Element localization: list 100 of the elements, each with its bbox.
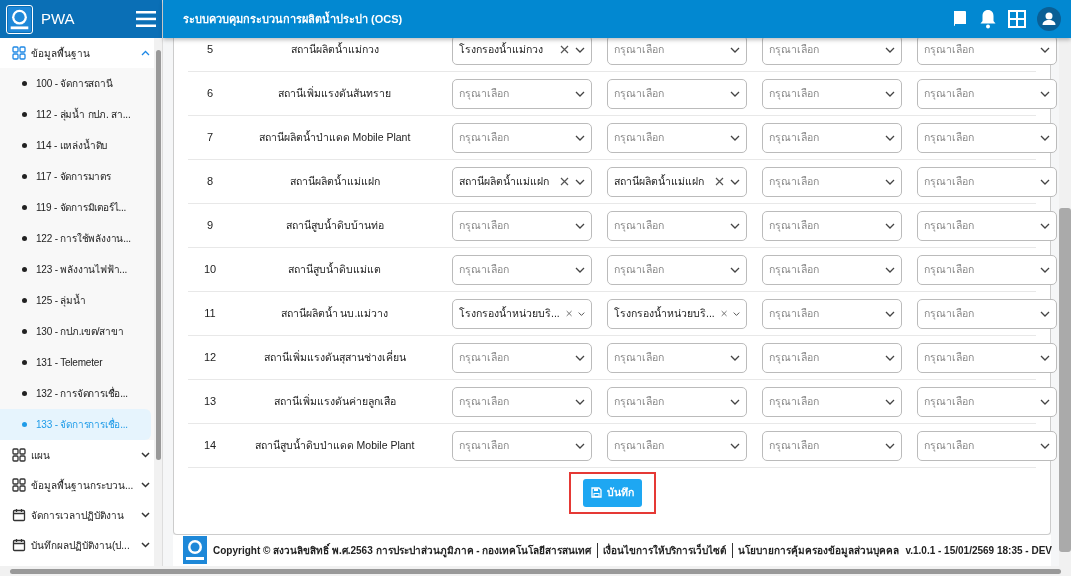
select-field[interactable]: กรุณาเลือก xyxy=(917,210,1057,241)
select-field[interactable]: กรุณาเลือก xyxy=(917,430,1057,461)
sidebar-subitem[interactable]: 114 - แหล่งน้ำดิบ xyxy=(0,130,151,161)
select-field[interactable]: กรุณาเลือก xyxy=(762,122,902,153)
chevron-down-icon xyxy=(730,222,740,229)
table-cell-text: สถานีสูบน้ำดิบบ้านท่อ xyxy=(284,217,385,234)
sidebar-subitem[interactable]: 112 - ลุ่มน้ำ กปภ. สา... xyxy=(0,99,151,130)
chevron-down-icon xyxy=(575,442,585,449)
menu-icon[interactable] xyxy=(136,11,156,27)
scrollbar-thumb[interactable] xyxy=(155,50,161,460)
sidebar-subitem[interactable]: 122 - การใช้พลังงาน... xyxy=(0,223,151,254)
sidebar-item[interactable]: จัดการเวลาปฏิบัติงาน xyxy=(0,500,154,530)
chevron-down-icon xyxy=(1040,46,1050,53)
select-field[interactable]: กรุณาเลือก xyxy=(452,122,592,153)
sidebar-item[interactable]: แผน xyxy=(0,440,154,470)
user-avatar-icon[interactable] xyxy=(1037,7,1061,31)
select-field[interactable]: กรุณาเลือก xyxy=(917,386,1057,417)
select-field[interactable]: กรุณาเลือก xyxy=(917,166,1057,197)
table-cell-text: สถานีเพิ่มแรงดันสุสานช่างเคี่ยน xyxy=(262,349,407,366)
select-field[interactable]: กรุณาเลือก xyxy=(452,386,592,417)
scrollbar-thumb[interactable] xyxy=(10,568,1061,574)
chevron-down-icon xyxy=(730,442,740,449)
chevron-down-icon xyxy=(885,354,895,361)
logo-icon xyxy=(6,4,33,34)
select-field[interactable]: กรุณาเลือก xyxy=(917,342,1057,373)
select-field[interactable]: กรุณาเลือก xyxy=(607,430,747,461)
sidebar-subitem[interactable]: 119 - จัดการมิเตอร์ไ... xyxy=(0,192,151,223)
select-field[interactable]: กรุณาเลือก xyxy=(452,430,592,461)
select-field[interactable]: กรุณาเลือก xyxy=(762,210,902,241)
chevron-down-icon xyxy=(141,542,150,548)
select-field[interactable]: กรุณาเลือก xyxy=(762,166,902,197)
bullet-icon xyxy=(22,174,27,179)
sidebar-item[interactable]: ข้อมูลพื้นฐานกระบวน... xyxy=(0,470,154,500)
sidebar-subitem[interactable]: 131 - Telemeter xyxy=(0,347,151,378)
sidebar-subitem[interactable]: 132 - การจัดการเชื่อ... xyxy=(0,378,151,409)
select-field[interactable]: กรุณาเลือก xyxy=(762,342,902,373)
clear-icon xyxy=(720,309,728,318)
scrollbar-thumb[interactable] xyxy=(1059,208,1071,552)
select-field[interactable]: กรุณาเลือก xyxy=(762,38,902,65)
calendar-icon xyxy=(12,538,26,552)
book-icon[interactable] xyxy=(952,10,968,28)
select-field[interactable]: กรุณาเลือก xyxy=(607,342,747,373)
clear-icon xyxy=(565,309,573,318)
bullet-icon xyxy=(22,236,27,241)
select-field[interactable]: กรุณาเลือก xyxy=(762,78,902,109)
select-field[interactable]: โรงกรองน้ำแม่กวง xyxy=(452,38,592,65)
select-field[interactable]: กรุณาเลือก xyxy=(607,254,747,285)
select-field[interactable]: สถานีผลิตน้ำแม่แฝก xyxy=(452,166,592,197)
footer-link[interactable]: เงื่อนไขการให้บริการเว็บไซต์ xyxy=(597,542,727,558)
chevron-down-icon xyxy=(885,310,895,317)
select-field[interactable]: กรุณาเลือก xyxy=(607,210,747,241)
sidebar-subitem[interactable]: 125 - ลุ่มน้ำ xyxy=(0,285,151,316)
select-field[interactable]: กรุณาเลือก xyxy=(762,298,902,329)
sidebar-subitem[interactable]: 117 - จัดการมาตร xyxy=(0,161,151,192)
bullet-icon xyxy=(22,329,27,334)
select-field[interactable]: กรุณาเลือก xyxy=(762,430,902,461)
select-field[interactable]: กรุณาเลือก xyxy=(452,210,592,241)
chevron-down-icon xyxy=(885,442,895,449)
select-field[interactable]: โรงกรองน้ำหน่วยบริ... xyxy=(607,298,747,329)
copyright-text: Copyright © สงวนลิขสิทธิ์ พ.ศ.2563 การประปาส่วนภูมิภาค - กองเทคโนโลยีสารสนเทศ xyxy=(213,542,592,558)
select-field[interactable]: กรุณาเลือก xyxy=(607,78,747,109)
chevron-down-icon xyxy=(730,398,740,405)
chevron-down-icon xyxy=(141,482,150,488)
notification-icon[interactable] xyxy=(979,9,997,29)
sidebar-subitem[interactable]: 100 - จัดการสถานี xyxy=(0,68,151,99)
sidebar-item[interactable]: บันทึกผลปฏิบัติงาน(ป... xyxy=(0,530,154,560)
bullet-icon xyxy=(22,143,27,148)
select-field[interactable]: กรุณาเลือก xyxy=(607,386,747,417)
grid-icon xyxy=(12,478,26,492)
select-field[interactable]: กรุณาเลือก xyxy=(917,298,1057,329)
table-cell-text: 10 xyxy=(202,262,218,278)
select-field[interactable]: กรุณาเลือก xyxy=(917,38,1057,65)
chevron-down-icon xyxy=(730,46,740,53)
sidebar-subitem[interactable]: 130 - กปภ.เขต/สาขา xyxy=(0,316,151,347)
save-button[interactable]: บันทึก xyxy=(582,479,642,507)
chevron-down-icon xyxy=(1040,310,1050,317)
select-field[interactable]: กรุณาเลือก xyxy=(917,254,1057,285)
chevron-down-icon xyxy=(885,134,895,141)
sidebar-subitem[interactable]: 133 - จัดการการเชื่อ... xyxy=(0,409,151,440)
select-field[interactable]: กรุณาเลือก xyxy=(917,78,1057,109)
chevron-down-icon xyxy=(575,354,585,361)
clear-icon xyxy=(715,177,724,186)
select-field[interactable]: กรุณาเลือก xyxy=(452,254,592,285)
select-field[interactable]: สถานีผลิตน้ำแม่แฝก xyxy=(607,166,747,197)
sidebar-item[interactable]: ข้อมูลพื้นฐาน xyxy=(0,38,154,68)
select-field[interactable]: กรุณาเลือก xyxy=(607,122,747,153)
table-cell-text: 6 xyxy=(205,86,215,102)
select-field[interactable]: กรุณาเลือก xyxy=(917,122,1057,153)
select-field[interactable]: กรุณาเลือก xyxy=(452,78,592,109)
table-cell-text: 8 xyxy=(205,174,215,190)
sidebar-subitem[interactable]: 123 - พลังงานไฟฟ้า... xyxy=(0,254,151,285)
version-text: v.1.0.1 - 15/01/2569 18:35 - DEV xyxy=(905,543,1052,558)
chevron-down-icon xyxy=(575,90,585,97)
select-field[interactable]: กรุณาเลือก xyxy=(452,342,592,373)
select-field[interactable]: กรุณาเลือก xyxy=(607,38,747,65)
select-field[interactable]: กรุณาเลือก xyxy=(762,386,902,417)
grid-icon[interactable] xyxy=(1008,10,1026,28)
select-field[interactable]: กรุณาเลือก xyxy=(762,254,902,285)
footer-link[interactable]: นโยบายการคุ้มครองข้อมูลส่วนบุคคล xyxy=(732,542,900,558)
select-field[interactable]: โรงกรองน้ำหน่วยบริ... xyxy=(452,298,592,329)
